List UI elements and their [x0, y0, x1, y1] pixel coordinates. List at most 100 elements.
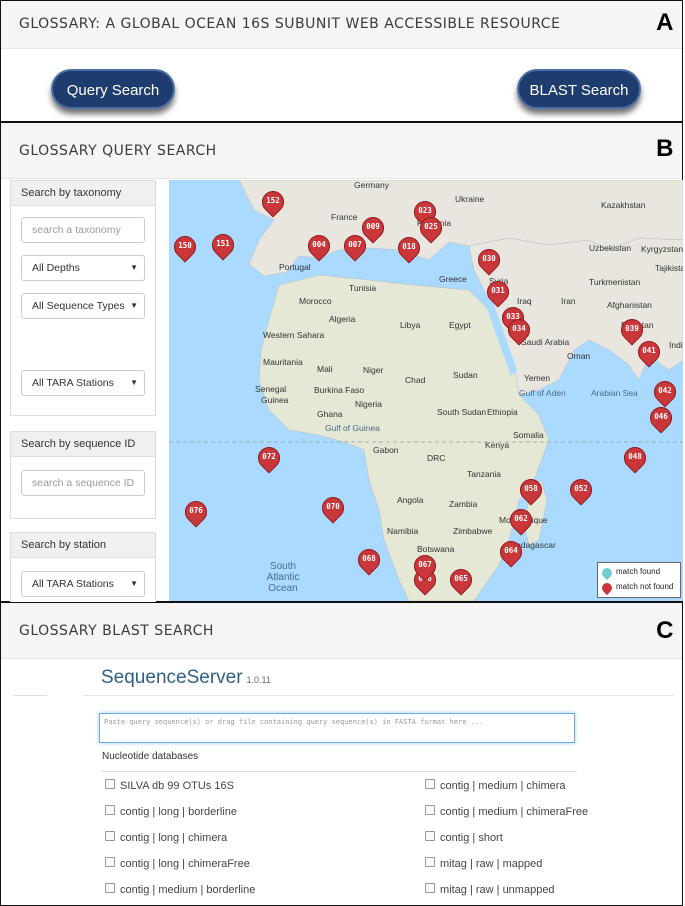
- map-place-label: Ukraine: [455, 194, 485, 204]
- sequence-type-select[interactable]: All Sequence Types ▼: [21, 293, 145, 319]
- station-marker-label: 067: [418, 560, 432, 569]
- station-select[interactable]: All TARA Stations ▼: [21, 571, 145, 597]
- station-marker-label: 046: [654, 412, 668, 421]
- database-label: contig | medium | chimera: [440, 780, 566, 792]
- map-place-label: Ethiopia: [487, 407, 518, 417]
- sequence-id-heading: Search by sequence ID: [11, 432, 155, 457]
- app-name: SequenceServer: [101, 667, 243, 688]
- map-place-label: Germany: [354, 180, 389, 190]
- divider: [101, 771, 577, 772]
- query-search-title: GLOSSARY QUERY SEARCH: [19, 143, 217, 159]
- database-option[interactable]: mitag | raw | mapped: [425, 857, 542, 870]
- caret-down-icon: ▼: [130, 263, 138, 272]
- map-place-label: Arabian Sea: [591, 388, 638, 398]
- sequence-id-input[interactable]: search a sequence ID: [21, 470, 145, 496]
- database-label: contig | long | chimeraFree: [120, 858, 250, 870]
- panel-letter-b: B: [656, 135, 674, 162]
- station-marker-label: 065: [454, 574, 468, 583]
- station-marker-label: 004: [312, 240, 326, 249]
- map-place-label: Sudan: [453, 370, 478, 380]
- map-place-label: Morocco: [299, 296, 332, 306]
- checkbox[interactable]: [105, 831, 115, 841]
- database-label: contig | long | chimera: [120, 832, 228, 844]
- station-marker-label: 039: [625, 324, 639, 333]
- match-found-icon: [599, 565, 615, 581]
- panel-b-header: GLOSSARY QUERY SEARCH B: [1, 123, 682, 179]
- sequenceserver-brand: SequenceServer 1.0.11: [101, 667, 271, 689]
- database-option[interactable]: SILVA db 99 OTUs 16S: [105, 779, 234, 792]
- blast-search-title: GLOSSARY BLAST SEARCH: [19, 623, 214, 639]
- station-marker-label: 025: [424, 222, 438, 231]
- station-marker-label: 068: [362, 554, 376, 563]
- database-option[interactable]: contig | medium | chimera: [425, 779, 566, 792]
- map-place-label: Gulf of Aden: [519, 388, 566, 398]
- map-place-label: Namibia: [387, 526, 419, 536]
- database-label: contig | medium | borderline: [120, 884, 256, 896]
- legend-found-label: match found: [616, 567, 661, 576]
- blast-search-button[interactable]: BLAST Search: [517, 69, 641, 109]
- map-place-label: Chad: [405, 375, 426, 385]
- map-place-label: Turkmenistan: [589, 277, 641, 287]
- map-place-label: Gulf of Guinea: [325, 423, 380, 433]
- panel-c-header: GLOSSARY BLAST SEARCH C: [1, 603, 682, 659]
- database-option[interactable]: contig | medium | chimeraFree: [425, 805, 588, 818]
- database-option[interactable]: contig | short: [425, 831, 503, 844]
- nucleotide-databases-heading: Nucleotide databases: [102, 751, 199, 762]
- map-place-label: Gabon: [373, 445, 399, 455]
- map-place-label: Somalia: [513, 430, 544, 440]
- panel-b: GLOSSARY QUERY SEARCH B Search by taxono…: [0, 122, 683, 602]
- map-place-label: Botswana: [417, 544, 455, 554]
- station-marker-label: 034: [512, 324, 526, 333]
- map-place-label: Algeria: [329, 314, 356, 324]
- tara-station-select[interactable]: All TARA Stations ▼: [21, 370, 145, 396]
- station-marker-label: 076: [189, 506, 203, 515]
- divider: [83, 695, 674, 696]
- query-search-button[interactable]: Query Search: [51, 69, 175, 109]
- station-marker-label: 007: [348, 240, 362, 249]
- station-marker-label: 150: [178, 241, 192, 250]
- checkbox[interactable]: [105, 883, 115, 893]
- sequence-type-value: All Sequence Types: [32, 300, 125, 312]
- station-marker-label: 052: [574, 484, 588, 493]
- checkbox[interactable]: [105, 857, 115, 867]
- map-place-label: Libya: [400, 320, 421, 330]
- tara-station-value: All TARA Stations: [32, 377, 114, 389]
- sequence-id-search-box: Search by sequence ID search a sequence …: [10, 431, 156, 519]
- checkbox[interactable]: [105, 779, 115, 789]
- checkbox[interactable]: [425, 805, 435, 815]
- database-option[interactable]: contig | long | borderline: [105, 805, 237, 818]
- station-marker-label: 062: [514, 514, 528, 523]
- panel-a: GLOSSARY: A GLOBAL OCEAN 16S SUBUNIT WEB…: [0, 0, 683, 122]
- map-place-label: South Atlantic Ocean: [266, 561, 300, 594]
- checkbox[interactable]: [425, 779, 435, 789]
- checkbox[interactable]: [425, 857, 435, 867]
- map-place-label: Senegal: [255, 384, 287, 394]
- map-place-label: Kenya: [485, 440, 510, 450]
- stations-map[interactable]: GermanyUkraineKazakhstanFranceRomaniaUzb…: [169, 180, 683, 601]
- station-marker-label: 030: [482, 254, 496, 263]
- query-sequence-textarea[interactable]: Paste query sequence(s) or drag file con…: [99, 713, 575, 743]
- database-option[interactable]: mitag | raw | unmapped: [425, 883, 555, 896]
- checkbox[interactable]: [105, 805, 115, 815]
- panel-letter-c: C: [656, 617, 674, 644]
- station-marker-label: 048: [628, 452, 642, 461]
- checkbox[interactable]: [425, 831, 435, 841]
- taxonomy-input[interactable]: search a taxonomy: [21, 217, 145, 243]
- map-place-label: DRC: [427, 453, 446, 463]
- station-marker-label: 009: [366, 222, 380, 231]
- map-place-label: India: [669, 340, 683, 350]
- map-place-label: Saudi Arabia: [521, 337, 570, 347]
- database-option[interactable]: contig | long | chimera: [105, 831, 227, 844]
- database-label: mitag | raw | mapped: [440, 858, 543, 870]
- depth-select[interactable]: All Depths ▼: [21, 255, 145, 281]
- station-marker-label: 072: [262, 452, 276, 461]
- panel-c: GLOSSARY BLAST SEARCH C SequenceServer 1.…: [0, 602, 683, 906]
- checkbox[interactable]: [425, 883, 435, 893]
- database-option[interactable]: contig | long | chimeraFree: [105, 857, 250, 870]
- database-option[interactable]: contig | medium | borderline: [105, 883, 255, 896]
- taxonomy-heading: Search by taxonomy: [11, 181, 155, 206]
- app-version: 1.0.11: [246, 675, 271, 685]
- database-label: SILVA db 99 OTUs 16S: [120, 780, 234, 792]
- map-place-label: Kazakhstan: [601, 200, 646, 210]
- map-place-label: Tajikistan: [655, 263, 683, 273]
